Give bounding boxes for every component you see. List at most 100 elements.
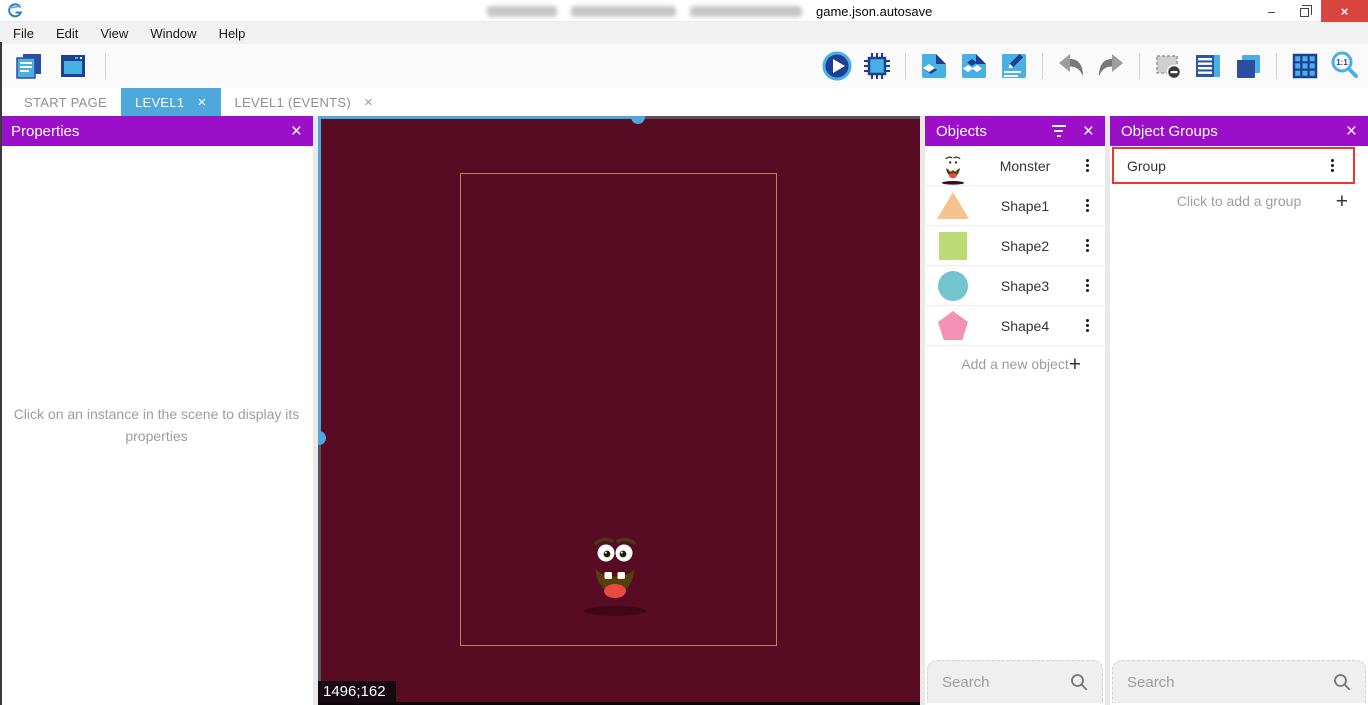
mask-icon — [1153, 51, 1183, 81]
kebab-menu-icon[interactable] — [1079, 319, 1095, 332]
zoom-1-1-icon: 1:1 — [1329, 50, 1361, 82]
kebab-menu-icon[interactable] — [1079, 199, 1095, 212]
kebab-menu-icon[interactable] — [1079, 279, 1095, 292]
properties-panel-title: Properties — [11, 123, 275, 140]
kebab-menu-icon[interactable] — [1324, 159, 1340, 172]
tab-level1-events[interactable]: LEVEL1 (EVENTS) × — [221, 88, 388, 116]
tab-close-icon[interactable]: × — [197, 95, 206, 110]
object-row-monster[interactable]: Monster — [925, 146, 1105, 186]
triangle-thumbnail-icon — [935, 192, 971, 219]
scene-canvas[interactable]: 1496;162 — [318, 116, 920, 705]
toolbar-divider — [105, 53, 106, 79]
search-icon — [1333, 673, 1351, 691]
group-row-selected[interactable]: Group — [1112, 147, 1355, 184]
toolbar-divider — [905, 53, 906, 79]
object-row-shape4[interactable]: Shape4 — [925, 306, 1105, 346]
object-groups-panel: Object Groups × Group Click to add a gro… — [1110, 116, 1368, 705]
scene-boundary-top — [318, 116, 639, 119]
tab-close-icon[interactable]: × — [364, 95, 373, 110]
toolbar-divider — [1139, 53, 1140, 79]
object-row-shape1[interactable]: Shape1 — [925, 186, 1105, 226]
grid-button[interactable] — [1288, 49, 1322, 83]
object-groups-editor-button[interactable] — [957, 49, 991, 83]
menu-window[interactable]: Window — [139, 22, 207, 44]
redacted-path-segment — [571, 6, 676, 17]
objects-panel: Objects × Monster Shape1 Shape2 Shape3 S… — [925, 116, 1105, 705]
window-title: game.json.autosave — [487, 0, 932, 22]
add-new-object-button[interactable]: Add a new object + — [925, 346, 1105, 382]
layers-editor-button[interactable] — [1231, 49, 1265, 83]
redacted-path-segment — [487, 6, 557, 17]
scene-boundary-left-shadow — [318, 439, 321, 705]
close-icon[interactable]: × — [291, 122, 302, 141]
object-name: Shape2 — [971, 238, 1079, 254]
scene-editor-button[interactable] — [56, 49, 90, 83]
object-groups-panel-header: Object Groups × — [1110, 116, 1368, 146]
groups-search-input[interactable] — [1127, 674, 1333, 691]
properties-editor-button[interactable] — [997, 49, 1031, 83]
object-row-shape3[interactable]: Shape3 — [925, 266, 1105, 306]
gdevelop-logo-icon — [7, 3, 23, 19]
undo-button[interactable] — [1054, 49, 1088, 83]
debug-button[interactable] — [860, 49, 894, 83]
add-group-label: Click to add a group — [1177, 193, 1302, 209]
window-title-text: game.json.autosave — [816, 4, 932, 19]
object-row-shape2[interactable]: Shape2 — [925, 226, 1105, 266]
toggle-mask-button[interactable] — [1151, 49, 1185, 83]
toolbar-divider — [1042, 53, 1043, 79]
object-name: Shape4 — [971, 318, 1079, 334]
grid-icon — [1290, 51, 1320, 81]
add-group-button[interactable]: Click to add a group + — [1110, 184, 1368, 218]
undo-icon — [1056, 51, 1086, 81]
resize-handle-top[interactable] — [631, 116, 645, 124]
tab-level1[interactable]: LEVEL1 × — [121, 88, 221, 116]
kebab-menu-icon[interactable] — [1079, 159, 1095, 172]
restore-button[interactable] — [1288, 0, 1321, 22]
tab-label: START PAGE — [24, 95, 107, 110]
menubar: File Edit View Window Help — [0, 22, 1368, 44]
menu-edit[interactable]: Edit — [45, 22, 89, 44]
instances-list-button[interactable] — [1191, 49, 1225, 83]
object-groups-panel-title: Object Groups — [1121, 123, 1330, 140]
tabbar: START PAGE LEVEL1 × LEVEL1 (EVENTS) × — [0, 88, 1368, 116]
workspace: Properties × Click on an instance in the… — [0, 116, 1368, 705]
monster-instance[interactable] — [579, 511, 651, 617]
close-icon[interactable]: × — [1346, 122, 1357, 141]
project-manager-button[interactable] — [12, 49, 46, 83]
minimize-button[interactable]: – — [1255, 0, 1288, 22]
properties-panel: Properties × Click on an instance in the… — [0, 116, 313, 705]
objects-search-input[interactable] — [942, 674, 1070, 691]
square-thumbnail-icon — [935, 232, 971, 260]
kebab-menu-icon[interactable] — [1079, 239, 1095, 252]
instances-list-icon — [1193, 51, 1223, 81]
objects-editor-button[interactable] — [917, 49, 951, 83]
plus-icon: + — [1069, 354, 1081, 375]
restore-icon — [1300, 8, 1309, 17]
titlebar: game.json.autosave – × — [0, 0, 1368, 22]
scene-editor-icon — [58, 51, 88, 81]
pentagon-thumbnail-icon — [935, 311, 971, 340]
layers-icon — [1233, 51, 1263, 81]
filter-icon[interactable] — [1051, 125, 1067, 137]
cursor-coordinates: 1496;162 — [318, 681, 396, 703]
close-window-button[interactable]: × — [1321, 0, 1368, 22]
menu-help[interactable]: Help — [208, 22, 257, 44]
objects-panel-header: Objects × — [925, 116, 1105, 146]
menu-file[interactable]: File — [2, 22, 45, 44]
tab-start-page[interactable]: START PAGE — [10, 88, 121, 116]
close-icon[interactable]: × — [1083, 122, 1094, 141]
resize-handle-left[interactable] — [318, 431, 326, 445]
properties-panel-header: Properties × — [0, 116, 313, 146]
zoom-original-button[interactable]: 1:1 — [1328, 49, 1362, 83]
play-icon — [821, 50, 853, 82]
window-controls: – × — [1255, 0, 1368, 22]
properties-editor-icon — [999, 51, 1029, 81]
objects-search-card — [927, 660, 1103, 703]
redacted-path-segment — [690, 6, 802, 17]
svg-text:1:1: 1:1 — [1336, 58, 1348, 67]
menu-view[interactable]: View — [89, 22, 139, 44]
object-name: Shape3 — [971, 278, 1079, 294]
redo-button[interactable] — [1094, 49, 1128, 83]
play-button[interactable] — [820, 49, 854, 83]
plus-icon: + — [1336, 191, 1348, 212]
